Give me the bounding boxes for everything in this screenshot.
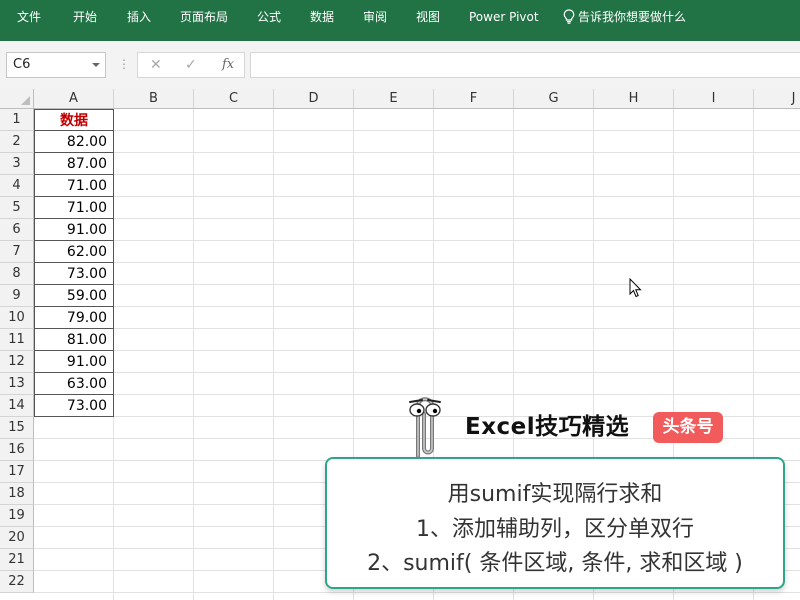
tab-insert[interactable]: 插入	[127, 0, 151, 35]
more-icon[interactable]: ⋮	[118, 56, 130, 72]
row-header[interactable]: 3	[0, 153, 34, 175]
gridline	[193, 109, 194, 600]
column-header[interactable]: J	[754, 89, 800, 109]
cell[interactable]: 73.00	[34, 395, 114, 417]
row-header[interactable]: 8	[0, 263, 34, 285]
gridline	[34, 174, 800, 175]
row-header[interactable]: 7	[0, 241, 34, 263]
gridline	[34, 350, 800, 351]
gridline	[34, 372, 800, 373]
tip-line-1: 用sumif实现隔行求和	[447, 482, 663, 507]
column-header[interactable]: D	[274, 89, 354, 109]
row-header[interactable]: 18	[0, 483, 34, 505]
toutiao-tag: 头条号	[653, 412, 723, 443]
row-header[interactable]: 11	[0, 329, 34, 351]
tip-callout: 用sumif实现隔行求和 1、添加辅助列，区分单双行 2、sumif( 条件区域…	[325, 457, 785, 589]
row-header[interactable]: 16	[0, 439, 34, 461]
tab-power-pivot[interactable]: Power Pivot	[469, 0, 539, 35]
tab-data[interactable]: 数据	[310, 0, 334, 35]
ribbon: 文件 开始 插入 页面布局 公式 数据 审阅 视图 Power Pivot 告诉…	[0, 0, 800, 41]
cell[interactable]: 81.00	[34, 329, 114, 351]
row-header[interactable]: 9	[0, 285, 34, 307]
lightbulb-icon	[563, 9, 575, 24]
formula-bar-area: C6 ⋮ ✕ ✓ fx	[0, 41, 800, 89]
row-header[interactable]: 10	[0, 307, 34, 329]
cell[interactable]: 63.00	[34, 373, 114, 395]
gridline	[273, 109, 274, 600]
formula-input[interactable]	[250, 52, 800, 78]
row-header[interactable]: 17	[0, 461, 34, 483]
tab-page-layout[interactable]: 页面布局	[180, 0, 228, 35]
gridline	[34, 218, 800, 219]
column-header[interactable]: F	[434, 89, 514, 109]
paperclip-mascot-icon	[405, 397, 445, 466]
cell[interactable]: 59.00	[34, 285, 114, 307]
cell[interactable]: 71.00	[34, 197, 114, 219]
column-header[interactable]: E	[354, 89, 434, 109]
enter-icon[interactable]: ✓	[185, 53, 197, 77]
row-header[interactable]: 13	[0, 373, 34, 395]
row-header[interactable]: 1	[0, 109, 34, 131]
tell-me-label: 告诉我你想要做什么	[578, 10, 687, 24]
gridline	[34, 284, 800, 285]
gridline	[34, 262, 800, 263]
row-header[interactable]: 20	[0, 527, 34, 549]
cell[interactable]: 79.00	[34, 307, 114, 329]
row-header[interactable]: 21	[0, 549, 34, 571]
cell[interactable]: 71.00	[34, 175, 114, 197]
tip-line-2: 1、添加辅助列，区分单双行	[416, 517, 694, 542]
row-header[interactable]: 4	[0, 175, 34, 197]
tell-me-search[interactable]: 告诉我你想要做什么	[563, 0, 686, 35]
mouse-pointer-icon	[629, 278, 642, 298]
chevron-down-icon[interactable]	[92, 63, 100, 67]
column-header[interactable]: I	[674, 89, 754, 109]
tab-review[interactable]: 审阅	[363, 0, 387, 35]
row-header[interactable]: 6	[0, 219, 34, 241]
gridline	[34, 592, 800, 593]
tab-home[interactable]: 开始	[73, 0, 97, 35]
row-header[interactable]: 2	[0, 131, 34, 153]
gridline	[34, 328, 800, 329]
gridline	[34, 130, 800, 131]
column-header[interactable]: H	[594, 89, 674, 109]
cell[interactable]: 62.00	[34, 241, 114, 263]
tab-view[interactable]: 视图	[416, 0, 440, 35]
column-header[interactable]: G	[514, 89, 594, 109]
row-header[interactable]: 12	[0, 351, 34, 373]
tip-line-3: 2、sumif( 条件区域, 条件, 求和区域 )	[367, 551, 743, 576]
insert-function-icon[interactable]: fx	[222, 53, 234, 77]
formula-buttons: ✕ ✓ fx	[137, 52, 245, 78]
column-header[interactable]: B	[114, 89, 194, 109]
cell[interactable]: 91.00	[34, 351, 114, 373]
tab-file[interactable]: 文件	[17, 0, 41, 35]
gridline	[34, 306, 800, 307]
gridline	[34, 196, 800, 197]
cell[interactable]: 73.00	[34, 263, 114, 285]
column-header[interactable]: A	[34, 89, 114, 109]
row-header[interactable]: 22	[0, 571, 34, 593]
cell[interactable]: 82.00	[34, 131, 114, 153]
select-all-button[interactable]	[0, 89, 34, 109]
tab-formulas[interactable]: 公式	[257, 0, 281, 35]
brand-title: Excel技巧精选	[465, 414, 630, 440]
gridline	[34, 152, 800, 153]
name-box-value: C6	[13, 57, 31, 72]
column-header[interactable]: C	[194, 89, 274, 109]
cell[interactable]: 87.00	[34, 153, 114, 175]
cell[interactable]: 91.00	[34, 219, 114, 241]
row-header[interactable]: 15	[0, 417, 34, 439]
cell-header[interactable]: 数据	[34, 109, 114, 131]
row-header[interactable]: 19	[0, 505, 34, 527]
cancel-icon[interactable]: ✕	[150, 53, 162, 77]
row-header[interactable]: 5	[0, 197, 34, 219]
name-box[interactable]: C6	[6, 52, 106, 78]
row-header[interactable]: 14	[0, 395, 34, 417]
gridline	[34, 240, 800, 241]
